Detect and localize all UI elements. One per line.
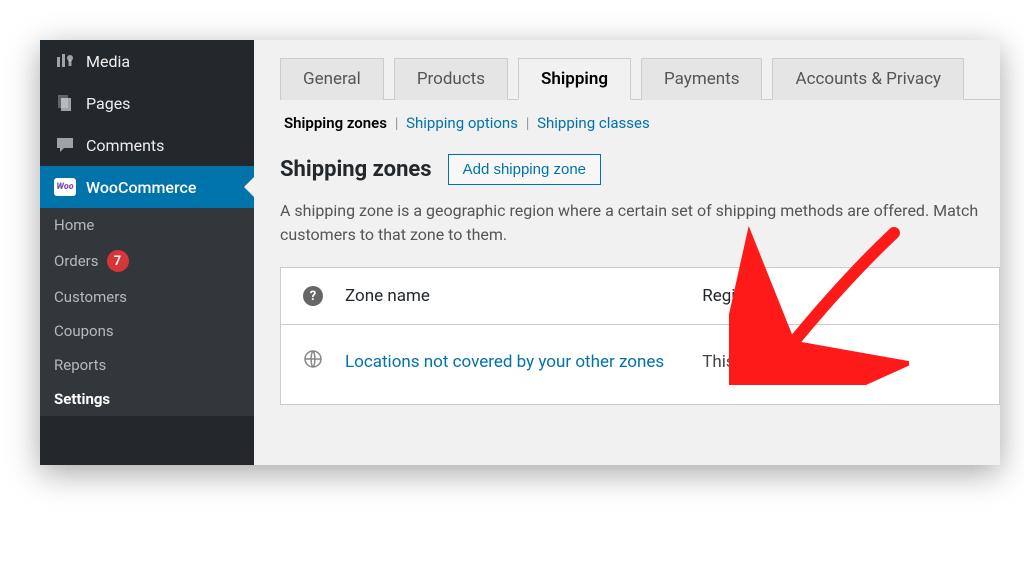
page-description: A shipping zone is a geographic region w… xyxy=(280,199,1000,247)
sidebar-item-woocommerce[interactable]: Woo WooCommerce xyxy=(40,166,254,208)
orders-badge: 7 xyxy=(107,250,129,272)
sidebar-sub-home[interactable]: Home xyxy=(40,208,254,242)
sidebar-item-media[interactable]: Media xyxy=(40,40,254,82)
media-icon xyxy=(54,50,76,72)
sidebar-submenu: Home Orders 7 Customers Coupons Reports … xyxy=(40,208,254,416)
page-title-row: Shipping zones Add shipping zone xyxy=(280,154,1000,185)
shipping-zones-table: ? Zone name Region(s) Locations not cove… xyxy=(280,267,1000,405)
sidebar-label: Comments xyxy=(86,136,164,155)
table-row: Locations not covered by your other zone… xyxy=(281,325,999,404)
settings-tabs: General Products Shipping Payments Accou… xyxy=(280,58,1000,100)
sidebar-sub-reports[interactable]: Reports xyxy=(40,348,254,382)
sidebar-sub-settings[interactable]: Settings xyxy=(40,382,254,416)
sidebar-label: Reports xyxy=(54,356,106,374)
woocommerce-icon: Woo xyxy=(54,176,76,198)
sidebar-label: Coupons xyxy=(54,322,114,340)
help-icon[interactable]: ? xyxy=(303,286,323,306)
sidebar-sub-orders[interactable]: Orders 7 xyxy=(40,242,254,280)
tab-products[interactable]: Products xyxy=(394,58,508,100)
tab-accounts-privacy[interactable]: Accounts & Privacy xyxy=(772,58,964,100)
table-header: ? Zone name Region(s) xyxy=(281,268,999,325)
sidebar-label: Settings xyxy=(54,390,110,408)
comments-icon xyxy=(54,134,76,156)
col-zone-name: Zone name xyxy=(345,286,702,306)
sidebar-label: Media xyxy=(86,52,130,71)
sidebar-label: Customers xyxy=(54,288,127,306)
subnav-zones[interactable]: Shipping zones xyxy=(284,114,387,132)
sidebar-sub-coupons[interactable]: Coupons xyxy=(40,314,254,348)
tab-general[interactable]: General xyxy=(280,58,384,100)
tab-shipping[interactable]: Shipping xyxy=(518,58,631,100)
sidebar-label: Orders xyxy=(54,252,99,270)
globe-icon xyxy=(303,349,323,374)
sidebar-item-comments[interactable]: Comments xyxy=(40,124,254,166)
sidebar-label: Home xyxy=(54,216,94,234)
sidebar-item-pages[interactable]: Pages xyxy=(40,82,254,124)
subnav-options[interactable]: Shipping options xyxy=(406,114,518,132)
pages-icon xyxy=(54,92,76,114)
col-regions: Region(s) xyxy=(702,286,977,306)
shipping-subnav: Shipping zones | Shipping options | Ship… xyxy=(280,100,1000,146)
zone-default-link[interactable]: Locations not covered by your other zone… xyxy=(345,352,664,372)
sidebar-label: WooCommerce xyxy=(86,178,196,197)
add-shipping-zone-button[interactable]: Add shipping zone xyxy=(448,154,601,185)
main-content: General Products Shipping Payments Accou… xyxy=(254,40,1000,465)
subnav-classes[interactable]: Shipping classes xyxy=(537,114,650,132)
page-title: Shipping zones xyxy=(280,157,432,182)
tab-payments[interactable]: Payments xyxy=(641,58,762,100)
sidebar-label: Pages xyxy=(86,94,130,113)
zone-region-text: This zone is optional xyxy=(702,352,977,372)
sidebar-sub-customers[interactable]: Customers xyxy=(40,280,254,314)
admin-sidebar: Media Pages Comments Woo WooCommerce Hom… xyxy=(40,40,254,465)
app-window: Media Pages Comments Woo WooCommerce Hom… xyxy=(40,40,1000,465)
